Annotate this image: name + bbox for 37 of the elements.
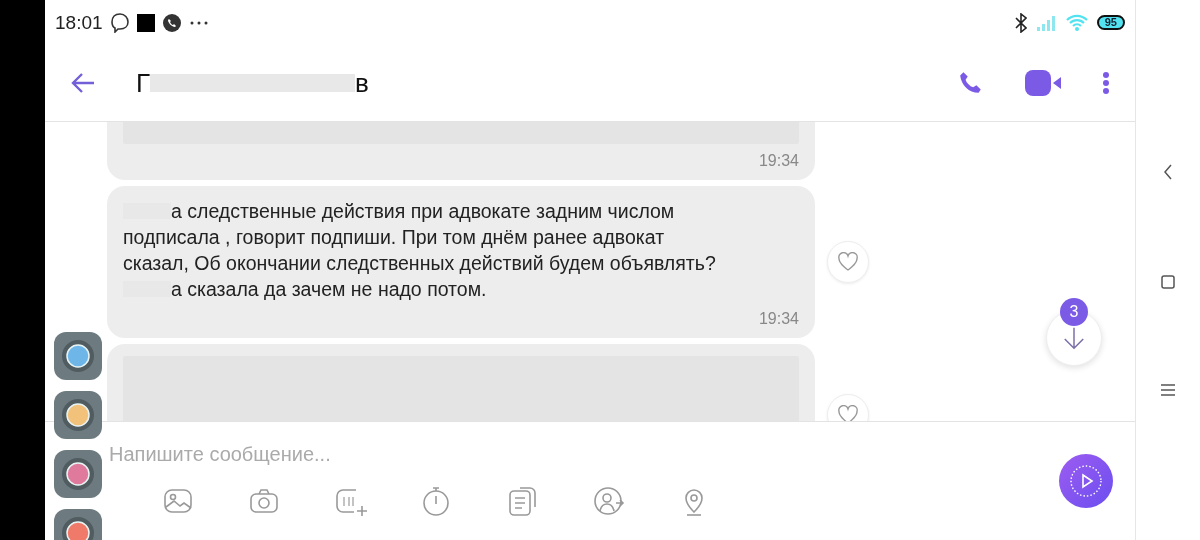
- play-icon: [1068, 463, 1104, 499]
- square-icon: [136, 13, 155, 32]
- battery-indicator: 95: [1096, 15, 1125, 30]
- unread-badge: 3: [1060, 298, 1088, 326]
- arrow-down-icon: [1063, 326, 1085, 350]
- signal-icon: [1034, 14, 1057, 31]
- menu-button[interactable]: [1102, 71, 1110, 95]
- more-icon: [1102, 71, 1110, 95]
- message-time: 19:34: [758, 152, 799, 170]
- floating-app-icon[interactable]: [54, 391, 102, 439]
- message-text: подписала , говорит подпиши. При том днём ранее адвокат: [123, 225, 665, 250]
- floating-app-icon[interactable]: [54, 332, 102, 380]
- menu-nav-icon[interactable]: [1161, 384, 1175, 396]
- message-text: сказал, Об окончании следственных действий будем объявлять?: [123, 251, 716, 276]
- send-button[interactable]: [1059, 454, 1113, 508]
- phone-icon: [162, 13, 181, 32]
- like-button[interactable]: [827, 241, 869, 283]
- heart-icon: [837, 252, 859, 272]
- contact-name: в: [355, 67, 369, 99]
- video-call-button[interactable]: [1024, 69, 1062, 97]
- more-icon: [188, 19, 209, 26]
- status-time: 18:01: [55, 11, 103, 34]
- back-button[interactable]: [70, 72, 96, 94]
- message-text: а сказала да зачем не надо потом.: [171, 277, 487, 302]
- floating-app-icon[interactable]: [54, 450, 102, 498]
- back-arrow-icon: [70, 72, 96, 94]
- phone-icon: [958, 70, 984, 96]
- video-camera-icon: [1024, 69, 1062, 97]
- message-time: 19:34: [758, 310, 799, 328]
- wifi-icon: [1064, 13, 1089, 32]
- message-text: а следственные действия при адвокате задним числом: [171, 199, 675, 224]
- heart-icon: [837, 405, 859, 421]
- back-nav-icon[interactable]: [1163, 164, 1173, 180]
- bluetooth-icon: [1014, 12, 1027, 33]
- contact-name: Г: [136, 67, 151, 99]
- call-button[interactable]: [958, 70, 984, 96]
- home-nav-icon[interactable]: [1161, 275, 1175, 289]
